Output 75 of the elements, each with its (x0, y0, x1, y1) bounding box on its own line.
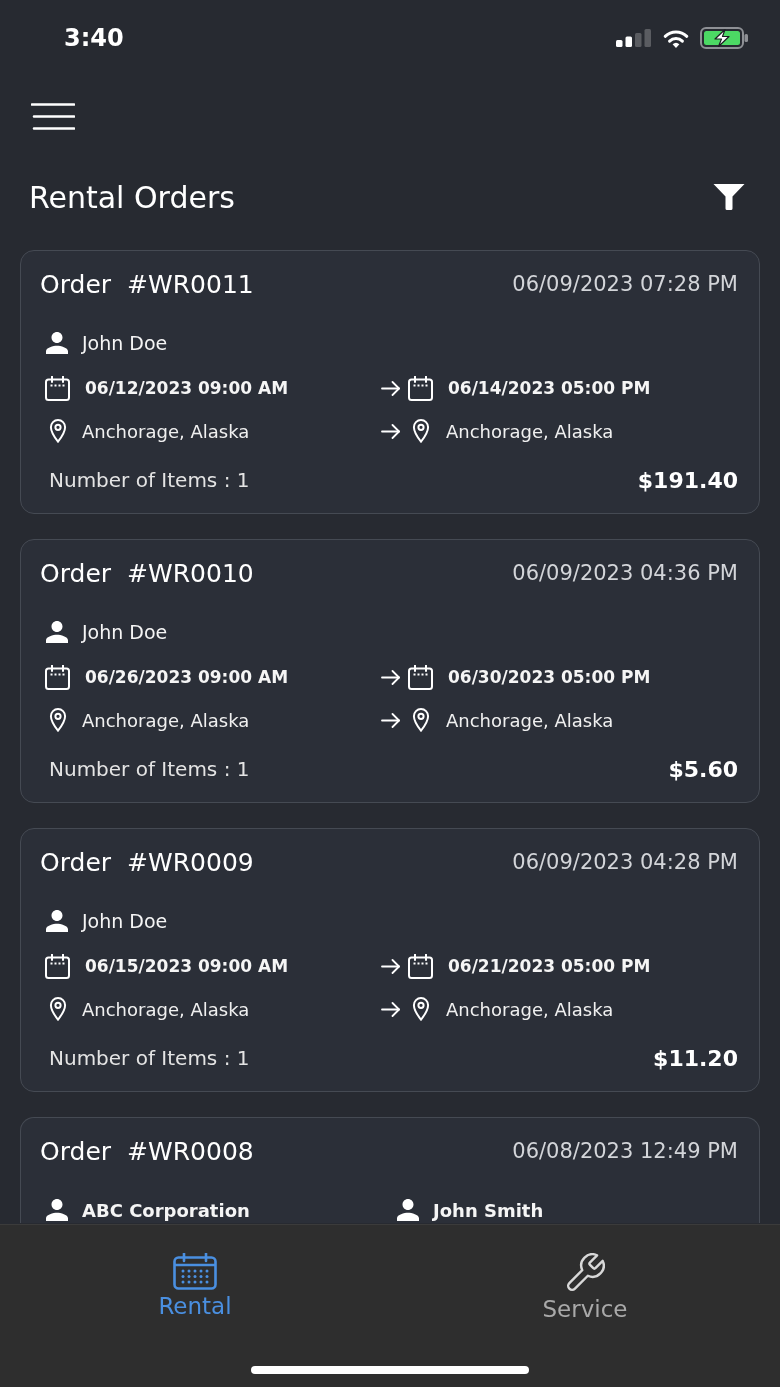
signal-icon (616, 29, 652, 47)
location-pin-icon (48, 419, 68, 443)
location-pin-icon (48, 997, 68, 1021)
order-card[interactable]: Order #WR0011 06/09/2023 07:28 PM John Doe 06/12/2023 09:00 AM 06/14/2023 05:00 PM Anchorage, Alaska Anchorage, Alaska Number of Items : 1 $191.40 (20, 250, 760, 514)
start-date: 06/15/2023 09:00 AM (85, 956, 289, 976)
order-label: Order (40, 847, 112, 877)
dropoff-location: Anchorage, Alaska (446, 998, 614, 1020)
order-total: $191.40 (637, 467, 738, 493)
order-date: 06/08/2023 12:49 PM (512, 1139, 738, 1163)
arrow-icon (381, 958, 400, 974)
arrow-icon (381, 380, 400, 396)
battery-icon (700, 27, 748, 49)
end-date: 06/21/2023 05:00 PM (448, 956, 651, 976)
order-total: $5.60 (668, 756, 738, 782)
filter-icon (713, 184, 745, 210)
order-card[interactable]: Order #WR0009 06/09/2023 04:28 PM John Doe 06/15/2023 09:00 AM 06/21/2023 05:00 PM Anchorage, Alaska Anchorage, Alaska Number of Items : 1 $11.20 (20, 828, 760, 1092)
end-date: 06/30/2023 05:00 PM (448, 667, 651, 687)
order-label: Order (40, 558, 112, 588)
order-total: $11.20 (653, 1045, 738, 1071)
item-count: Number of Items : 1 (49, 1046, 250, 1070)
calendar-icon (45, 953, 70, 979)
location-pin-icon (411, 997, 431, 1021)
arrow-icon (381, 669, 400, 685)
order-label: Order (40, 1136, 112, 1166)
location-pin-icon (411, 419, 431, 443)
tab[interactable]: Service (542, 1253, 628, 1323)
order-number: #WR0008 (127, 1136, 254, 1166)
customer-name: John Doe (82, 621, 168, 643)
person-icon (46, 332, 68, 354)
order-date: 06/09/2023 04:36 PM (512, 561, 738, 585)
start-date: 06/12/2023 09:00 AM (85, 378, 289, 398)
order-date: 06/09/2023 04:28 PM (512, 850, 738, 874)
order-date: 06/09/2023 07:28 PM (512, 272, 738, 296)
dropoff-location: Anchorage, Alaska (446, 709, 614, 731)
status-time: 3:40 (64, 24, 124, 52)
order-card[interactable]: Order #WR0010 06/09/2023 04:36 PM John Doe 06/26/2023 09:00 AM 06/30/2023 05:00 PM Anchorage, Alaska Anchorage, Alaska Number of Items : 1 $5.60 (20, 539, 760, 803)
person-icon (397, 1199, 419, 1221)
calendar-icon (408, 953, 433, 979)
pickup-location: Anchorage, Alaska (82, 998, 250, 1020)
order-label: Order (40, 269, 112, 299)
end-date: 06/14/2023 05:00 PM (448, 378, 651, 398)
pickup-location: Anchorage, Alaska (82, 709, 250, 731)
dropoff-location: Anchorage, Alaska (446, 420, 614, 442)
start-date: 06/26/2023 09:00 AM (85, 667, 289, 687)
arrow-icon (381, 423, 400, 439)
arrow-icon (381, 712, 400, 728)
order-number: #WR0010 (127, 558, 254, 588)
item-count: Number of Items : 1 (49, 468, 250, 492)
order-number: #WR0011 (127, 269, 254, 299)
order-number: #WR0009 (127, 847, 254, 877)
menu-button[interactable] (31, 102, 75, 130)
customer-name: John Doe (82, 332, 168, 354)
calendar-icon (408, 375, 433, 401)
location-pin-icon (411, 708, 431, 732)
person-icon (46, 621, 68, 643)
calendar-icon (45, 664, 70, 690)
page-title: Rental Orders (29, 179, 235, 215)
order-card[interactable]: Order #WR0008 06/08/2023 12:49 PM ABC Corporation John Smith (20, 1117, 760, 1223)
customer-name: John Smith (433, 1199, 544, 1221)
calendar-icon (408, 664, 433, 690)
location-pin-icon (48, 708, 68, 732)
wrench-icon (565, 1253, 605, 1293)
item-count: Number of Items : 1 (49, 757, 250, 781)
calendar-icon (173, 1253, 217, 1290)
calendar-icon (45, 375, 70, 401)
customer-name: John Doe (82, 910, 168, 932)
person-icon (46, 910, 68, 932)
customer-name: ABC Corporation (82, 1199, 250, 1221)
arrow-icon (381, 1001, 400, 1017)
menu-icon (31, 102, 75, 130)
pickup-location: Anchorage, Alaska (82, 420, 250, 442)
wifi-icon (662, 28, 690, 48)
tab[interactable]: Rental (158, 1253, 232, 1323)
person-icon (46, 1199, 68, 1221)
filter-button[interactable] (713, 184, 745, 210)
